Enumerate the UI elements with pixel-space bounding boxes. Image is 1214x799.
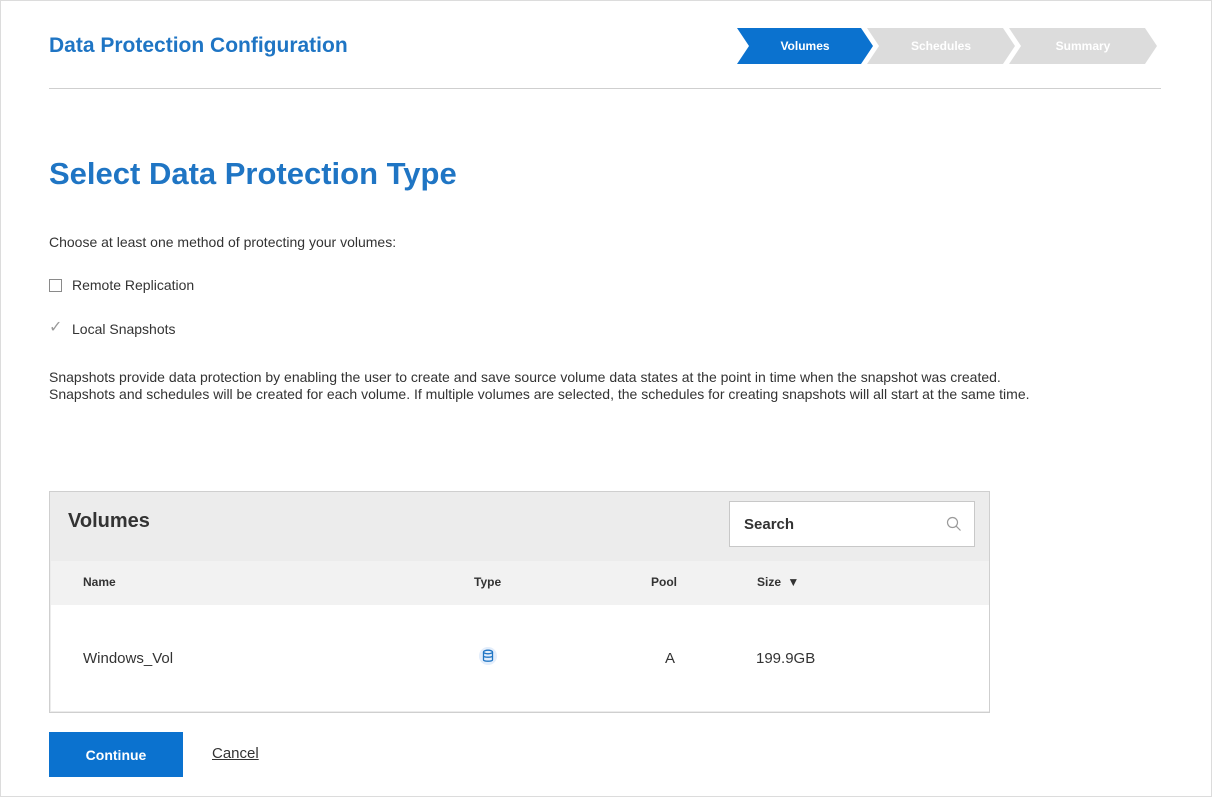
local-snapshots-option[interactable]: ✓ Local Snapshots [49,319,176,338]
column-header-pool[interactable]: Pool [651,575,677,589]
header-divider [49,88,1161,89]
continue-button[interactable]: Continue [49,732,183,777]
local-snapshots-label: Local Snapshots [72,321,176,337]
description-text: Snapshots provide data protection by ena… [49,369,1159,403]
page-header-title: Data Protection Configuration [49,34,348,57]
column-header-name[interactable]: Name [83,575,116,589]
volumes-panel-header: Volumes [50,492,989,552]
search-icon[interactable] [946,516,962,532]
sort-descending-icon: ▼ [787,575,800,589]
cancel-link[interactable]: Cancel [212,745,259,762]
table-header: Name Type Pool Size ▼ [51,561,989,606]
remote-replication-checkbox[interactable] [49,278,62,292]
column-header-size[interactable]: Size ▼ [757,575,799,589]
size-header-label: Size [757,575,782,589]
remote-replication-option[interactable]: Remote Replication [49,277,194,293]
checkmark-icon: ✓ [49,318,63,336]
column-header-type[interactable]: Type [474,575,501,589]
remote-replication-label: Remote Replication [72,277,195,293]
instructions-text: Choose at least one method of protecting… [49,234,397,250]
table-row[interactable]: Windows_Vol A 199.9GB [51,605,989,711]
search-box[interactable] [729,501,975,547]
volume-icon [479,647,497,665]
row-pool: A [665,650,676,667]
volumes-panel: Volumes Name Type Pool Size ▼ Windows_Vo… [49,491,990,713]
search-input[interactable] [730,502,944,546]
table-body: Windows_Vol A 199.9GB [51,605,989,711]
row-name: Windows_Vol [83,650,174,667]
local-snapshots-checkbox[interactable]: ✓ [49,319,62,336]
step-schedules[interactable]: Schedules [867,28,1015,64]
description-line-2: Snapshots and schedules will be created … [49,386,1030,402]
step-volumes[interactable]: Volumes [737,28,873,64]
page-title: Select Data Protection Type [49,156,457,191]
description-line-1: Snapshots provide data protection by ena… [49,369,1001,385]
row-size: 199.9GB [756,650,816,667]
volumes-panel-title: Volumes [68,510,150,532]
step-summary[interactable]: Summary [1009,28,1157,64]
